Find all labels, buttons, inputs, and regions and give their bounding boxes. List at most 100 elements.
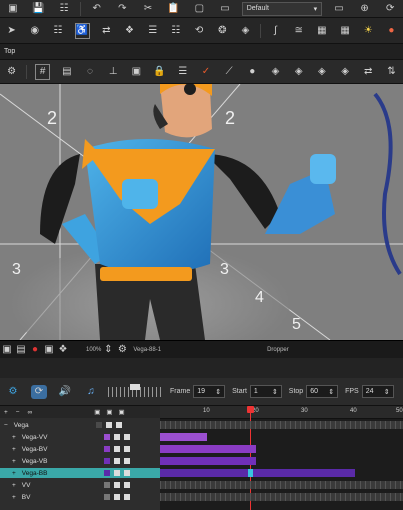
track-row[interactable] [160,480,403,490]
refresh-icon[interactable]: ⟳ [382,2,398,16]
bone-tool-icon[interactable]: ♿ [74,22,90,39]
light-tool-icon[interactable]: ☀ [362,24,375,38]
sound-icon[interactable]: 🔊 [57,385,73,399]
tilt-icon[interactable]: ◈ [338,65,351,79]
save-icon[interactable]: 💾 [31,2,47,16]
layer-row[interactable]: + Vega-BB [0,468,160,478]
exposure-bar[interactable] [160,433,207,441]
timeline-tracks[interactable]: 10 20 30 40 50 [160,406,403,510]
camera-tool-icon[interactable]: ◉ [28,24,41,38]
expand-icon[interactable]: + [12,434,16,441]
layer-color-chip[interactable] [103,470,110,476]
layer-lock-checkbox[interactable] [115,422,122,428]
onion-skin-prev-icon[interactable]: ◈ [315,65,328,79]
drawing-viewport[interactable]: 2 2 3 3 4 5 [0,84,403,340]
loop-icon[interactable]: ⟳ [31,384,47,399]
layer-color-chip[interactable] [103,446,110,452]
stop-input[interactable]: 60 ⇕ [306,385,339,398]
layer-row[interactable]: + Vega-BV [0,444,160,454]
grid-tool-icon[interactable]: ▦ [338,24,351,38]
transform-tool-icon[interactable]: ☷ [51,24,64,38]
layer-visible-checkbox[interactable] [113,494,120,500]
mesh-tool-icon[interactable]: ▦ [315,24,328,38]
exposure-bar[interactable] [160,493,403,501]
layer-color-chip[interactable] [103,482,110,488]
exposure-bar[interactable] [160,469,355,477]
safe-area-icon[interactable]: ▤ [16,343,25,357]
brush-icon[interactable]: ✓ [199,65,212,79]
eye-icon[interactable]: ◌ [83,65,96,79]
grid-icon[interactable]: # [35,63,51,80]
layer-visible-checkbox[interactable] [113,482,120,488]
paste-icon[interactable]: 📋 [166,2,182,16]
onion-skin-next-icon[interactable]: ◈ [292,65,305,79]
fps-input[interactable]: 24 ⇕ [361,385,394,398]
frame-icon[interactable]: ▣ [130,65,143,79]
record-icon[interactable]: ● [31,343,39,357]
frame-input[interactable]: 19 ⇕ [193,385,226,398]
expand-icon[interactable]: + [12,470,16,477]
layer-lock-checkbox[interactable] [123,470,130,476]
slider-handle[interactable] [130,383,140,390]
layer-onion-icon[interactable]: ▣ [119,408,125,416]
layout-icon[interactable]: ▤ [60,65,73,79]
pin-tool-icon[interactable]: ❖ [123,24,136,38]
settings-icon[interactable]: ⚙ [5,65,18,79]
expand-icon[interactable]: + [12,494,16,501]
select-tool-icon[interactable]: ➤ [5,24,18,38]
rotate-tool-icon[interactable]: ⟲ [193,24,206,38]
layer-row[interactable]: + Vega-VV [0,432,160,442]
layer-delete-icon[interactable]: − [16,409,20,416]
track-row[interactable] [160,432,403,442]
expand-icon[interactable]: − [4,422,8,429]
exposure-bar[interactable] [160,457,256,465]
ink-tool-icon[interactable]: ❂ [216,24,229,38]
layer-add-icon[interactable]: + [4,409,8,416]
undo-icon[interactable]: ↶ [89,2,105,16]
warp-tool-icon[interactable]: ≅ [292,24,305,38]
exposure-bar[interactable] [160,481,403,489]
slash-icon[interactable]: ⟋ [223,65,236,79]
zoom-level[interactable]: 100% [86,347,101,353]
flip-tool-icon[interactable]: ⇄ [100,24,113,38]
layer-visible-checkbox[interactable] [113,458,120,464]
sound-scrub-icon[interactable]: ♫ [83,385,99,399]
expand-icon[interactable]: + [12,482,16,489]
layer-lock-checkbox[interactable] [123,434,130,440]
layer-visible-checkbox[interactable] [105,422,112,428]
crosshair-icon[interactable]: ⊕ [357,2,373,16]
curve-tool-icon[interactable]: ∫ [269,24,282,38]
track-row[interactable] [160,420,403,430]
layer-link-icon[interactable]: ∞ [28,409,33,416]
track-row[interactable] [160,444,403,454]
paint-icon[interactable]: ❖ [59,343,68,357]
pour-tool-icon[interactable]: ◈ [239,24,252,38]
playhead-marker[interactable] [247,406,254,413]
onion-skin-icon[interactable]: ◈ [269,65,282,79]
layer-lock-checkbox[interactable] [123,446,130,452]
image-icon[interactable]: ▣ [44,343,53,357]
preset-dropdown[interactable]: Default ▾ [241,1,323,16]
distribute-tool-icon[interactable]: ☷ [169,24,182,38]
flip-v-icon[interactable]: ⇅ [385,65,398,79]
layer-color-chip[interactable] [103,494,110,500]
layer-row[interactable]: + Vega-VB [0,456,160,466]
layer-lock-checkbox[interactable] [123,494,130,500]
redo-icon[interactable]: ↷ [115,2,131,16]
playback-settings-icon[interactable]: ⚙ [5,385,21,399]
window-icon[interactable]: ▢ [191,2,207,16]
track-row[interactable] [160,456,403,466]
baseline-icon[interactable]: ⊥ [107,65,120,79]
align-tool-icon[interactable]: ☰ [146,24,159,38]
exposure-bar[interactable] [160,445,256,453]
expand-icon[interactable]: + [12,458,16,465]
layer-visibility-icon[interactable]: ▣ [94,408,100,416]
layer-visible-checkbox[interactable] [113,470,120,476]
lock-icon[interactable]: 🔒 [153,65,166,79]
layer-lock-checkbox[interactable] [123,482,130,488]
layers-icon[interactable]: ☷ [56,2,72,16]
layer-visible-checkbox[interactable] [113,434,120,440]
layer-row[interactable]: + BV [0,492,160,502]
light-bulb-icon[interactable]: ● [246,65,259,79]
expand-icon[interactable]: + [12,446,16,453]
